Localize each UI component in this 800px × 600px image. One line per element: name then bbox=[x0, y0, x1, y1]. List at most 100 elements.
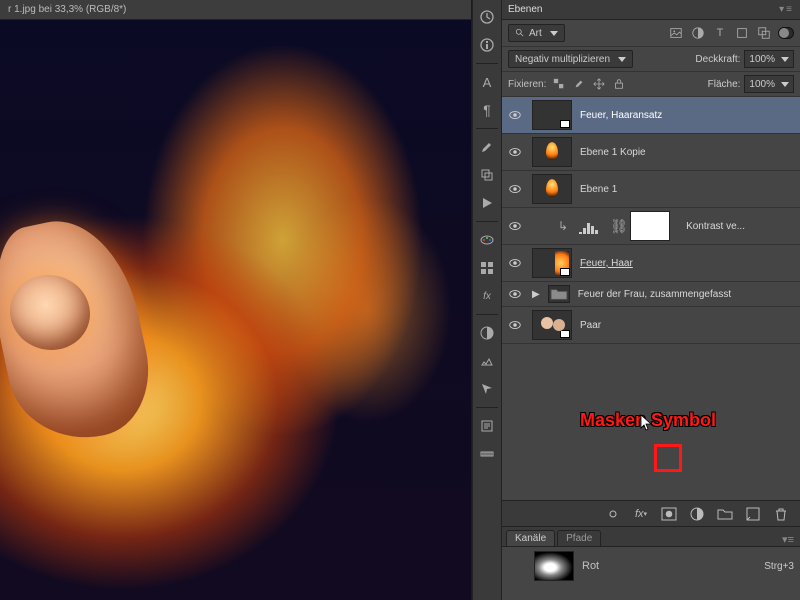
brush-icon[interactable] bbox=[472, 134, 502, 160]
link-layers-icon[interactable] bbox=[604, 505, 622, 523]
document-tab[interactable]: r 1.jpg bei 33,3% (RGB/8*) bbox=[0, 0, 471, 20]
blend-opacity-row: Negativ multiplizieren Deckkraft: 100% bbox=[502, 47, 800, 72]
fill-field: Fläche: 100% bbox=[708, 75, 794, 93]
paragraph-icon[interactable]: ¶ bbox=[472, 97, 502, 123]
new-group-icon[interactable] bbox=[716, 505, 734, 523]
layer-filter-label: Art bbox=[529, 28, 542, 39]
canvas-area: r 1.jpg bei 33,3% (RGB/8*) bbox=[0, 0, 472, 600]
character-icon[interactable]: A bbox=[472, 69, 502, 95]
layer-filter-row: Art T bbox=[502, 20, 800, 47]
clone-source-icon[interactable] bbox=[472, 162, 502, 188]
annotation-label: Masken Symbol bbox=[580, 410, 716, 431]
mask-link-icon[interactable]: ⛓ bbox=[610, 218, 622, 235]
swatches-icon[interactable] bbox=[472, 227, 502, 253]
blend-mode-value: Negativ multiplizieren bbox=[515, 54, 610, 65]
layers-panel: Ebenen ▾≡ Art T Negat bbox=[502, 0, 800, 526]
layers-action-bar: fx▾ bbox=[502, 500, 800, 526]
layer-name[interactable]: Ebene 1 bbox=[580, 184, 617, 195]
layer-name[interactable]: Paar bbox=[580, 320, 601, 331]
layer-thumbnail[interactable] bbox=[532, 100, 572, 130]
search-icon bbox=[515, 28, 525, 38]
layer-row[interactable]: Paar bbox=[502, 307, 800, 344]
fill-label: Fläche: bbox=[708, 79, 741, 90]
play-icon[interactable] bbox=[472, 190, 502, 216]
layer-thumbnail[interactable] bbox=[532, 248, 572, 278]
layer-effects-icon[interactable]: fx▾ bbox=[632, 505, 650, 523]
app-root: r 1.jpg bei 33,3% (RGB/8*) A ¶ fx bbox=[0, 0, 800, 600]
layer-name[interactable]: Feuer, Haaransatz bbox=[580, 110, 662, 121]
visibility-icon[interactable] bbox=[506, 180, 524, 198]
layer-thumbnail[interactable] bbox=[532, 174, 572, 204]
filter-smart-icon[interactable] bbox=[756, 25, 772, 41]
lock-transparency-icon[interactable] bbox=[552, 77, 566, 91]
layer-thumbnail[interactable] bbox=[532, 310, 572, 340]
filter-shape-icon[interactable] bbox=[734, 25, 750, 41]
layer-row[interactable]: Ebene 1 bbox=[502, 171, 800, 208]
navigator-icon[interactable] bbox=[472, 376, 502, 402]
visibility-icon[interactable] bbox=[506, 316, 524, 334]
panel-menu-icon[interactable]: ▾≡ bbox=[776, 533, 800, 546]
presets-icon[interactable] bbox=[472, 348, 502, 374]
visibility-icon[interactable] bbox=[506, 106, 524, 124]
color-icon[interactable] bbox=[472, 255, 502, 281]
opacity-input[interactable]: 100% bbox=[744, 50, 794, 68]
layer-name[interactable]: Feuer, Haar bbox=[580, 258, 633, 269]
fill-value: 100% bbox=[749, 79, 775, 90]
layers-panel-header[interactable]: Ebenen ▾≡ bbox=[502, 0, 800, 20]
panels-column: Ebenen ▾≡ Art T Negat bbox=[502, 0, 800, 600]
channel-thumbnail[interactable] bbox=[534, 551, 574, 581]
layer-row[interactable]: ↳ ⛓ Kontrast ve... bbox=[502, 208, 800, 245]
layers-panel-title: Ebenen bbox=[508, 4, 542, 15]
layer-filter-select[interactable]: Art bbox=[508, 24, 565, 42]
mask-thumbnail[interactable] bbox=[630, 211, 670, 241]
filter-pixel-icon[interactable] bbox=[668, 25, 684, 41]
styles-icon[interactable]: fx bbox=[472, 283, 502, 309]
lock-position-icon[interactable] bbox=[592, 77, 606, 91]
history-icon[interactable] bbox=[472, 4, 502, 30]
layer-list: Feuer, Haaransatz Ebene 1 Kopie Ebene 1 … bbox=[502, 97, 800, 500]
measurement-icon[interactable] bbox=[472, 441, 502, 467]
visibility-icon[interactable] bbox=[506, 254, 524, 272]
lock-label: Fixieren: bbox=[508, 79, 546, 90]
layer-row[interactable]: Ebene 1 Kopie bbox=[502, 134, 800, 171]
tab-paths[interactable]: Pfade bbox=[557, 530, 601, 546]
adjustment-icon bbox=[576, 218, 602, 234]
lock-pixels-icon[interactable] bbox=[572, 77, 586, 91]
channel-row[interactable]: Rot Strg+3 bbox=[502, 547, 800, 585]
visibility-icon[interactable] bbox=[506, 285, 524, 303]
fill-input[interactable]: 100% bbox=[744, 75, 794, 93]
filter-toggle[interactable] bbox=[778, 25, 794, 41]
layer-row[interactable]: Feuer, Haar bbox=[502, 245, 800, 282]
lock-fill-row: Fixieren: Fläche: 100% bbox=[502, 72, 800, 97]
layer-name[interactable]: Ebene 1 Kopie bbox=[580, 147, 646, 158]
viewport[interactable] bbox=[0, 20, 471, 600]
lock-all-icon[interactable] bbox=[612, 77, 626, 91]
visibility-icon[interactable] bbox=[506, 143, 524, 161]
layer-name[interactable]: Feuer der Frau, zusammengefasst bbox=[578, 289, 731, 300]
layer-thumbnail[interactable] bbox=[532, 137, 572, 167]
opacity-label: Deckkraft: bbox=[695, 54, 740, 65]
channel-shortcut: Strg+3 bbox=[764, 561, 794, 572]
filter-type-icon[interactable]: T bbox=[712, 25, 728, 41]
adjustments-icon[interactable] bbox=[472, 320, 502, 346]
panel-menu-icon[interactable]: ▾≡ bbox=[779, 4, 794, 15]
new-layer-icon[interactable] bbox=[744, 505, 762, 523]
delete-layer-icon[interactable] bbox=[772, 505, 790, 523]
group-disclosure-icon[interactable]: ▶ bbox=[532, 289, 540, 300]
layer-name[interactable]: Kontrast ve... bbox=[686, 221, 745, 232]
info-icon[interactable] bbox=[472, 32, 502, 58]
channels-panel: Kanäle Pfade ▾≡ Rot Strg+3 bbox=[502, 526, 800, 600]
visibility-icon[interactable] bbox=[506, 217, 524, 235]
opacity-value: 100% bbox=[749, 54, 775, 65]
document-title: r 1.jpg bei 33,3% (RGB/8*) bbox=[8, 4, 126, 15]
properties-icon[interactable] bbox=[472, 413, 502, 439]
layer-row[interactable]: Feuer, Haaransatz bbox=[502, 97, 800, 134]
add-mask-icon[interactable] bbox=[660, 505, 678, 523]
group-thumbnail[interactable] bbox=[548, 285, 570, 303]
blend-mode-select[interactable]: Negativ multiplizieren bbox=[508, 50, 633, 68]
lock-icons bbox=[552, 77, 626, 91]
tab-channels[interactable]: Kanäle bbox=[506, 530, 555, 546]
new-adjustment-icon[interactable] bbox=[688, 505, 706, 523]
filter-adjustment-icon[interactable] bbox=[690, 25, 706, 41]
layer-row[interactable]: ▶ Feuer der Frau, zusammengefasst bbox=[502, 282, 800, 307]
